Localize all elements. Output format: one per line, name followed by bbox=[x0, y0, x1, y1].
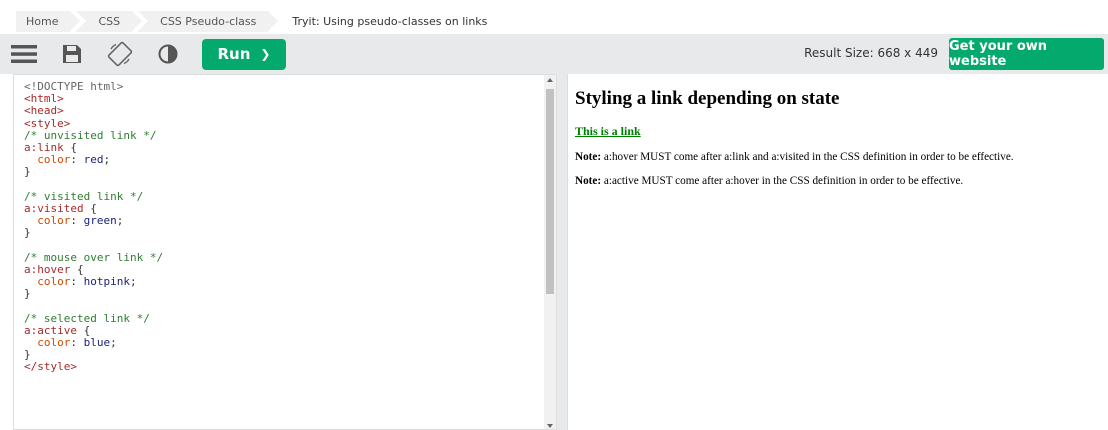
editor-scrollbar[interactable] bbox=[544, 75, 556, 429]
rotate-layout-icon[interactable] bbox=[96, 34, 144, 74]
get-your-own-website-button[interactable]: Get your own website bbox=[949, 38, 1104, 70]
run-label: Run bbox=[217, 45, 251, 63]
note-2-label: Note: bbox=[575, 175, 602, 187]
result-pane: Styling a link depending on state This i… bbox=[567, 74, 1108, 430]
note-1: Note: a:hover MUST come after a:link and… bbox=[575, 151, 1108, 163]
note-2-text: a:active MUST come after a:hover in the … bbox=[601, 175, 964, 187]
scroll-thumb[interactable] bbox=[546, 89, 554, 294]
breadcrumb-css-pseudo-class[interactable]: CSS Pseudo-class bbox=[138, 10, 279, 32]
note-1-label: Note: bbox=[575, 151, 602, 163]
pane-splitter[interactable] bbox=[557, 74, 567, 430]
code-line[interactable]: } bbox=[24, 227, 163, 239]
note-2: Note: a:active MUST come after a:hover i… bbox=[575, 175, 1108, 187]
run-button[interactable]: Run ❯ bbox=[202, 38, 286, 70]
breadcrumb: Home CSS CSS Pseudo-class Tryit: Using p… bbox=[0, 0, 1108, 34]
result-link[interactable]: This is a link bbox=[575, 124, 641, 139]
note-1-text: a:hover MUST come after a:link and a:vis… bbox=[601, 151, 1014, 163]
scroll-up-icon[interactable] bbox=[547, 78, 553, 82]
code-line[interactable]: color: hotpink; bbox=[24, 275, 163, 288]
code-line[interactable]: } bbox=[24, 287, 163, 300]
menu-icon[interactable] bbox=[0, 34, 48, 74]
code-editor[interactable]: <!DOCTYPE html> <html> <head> <style>/* unv… bbox=[13, 74, 557, 430]
code-line[interactable]: color: blue; bbox=[24, 336, 163, 349]
result-size: Result Size: 668 x 449 bbox=[804, 46, 938, 60]
toolbar: Run ❯ Result Size: 668 x 449 Get your ow… bbox=[0, 34, 1108, 74]
code-line[interactable]: color: green; bbox=[24, 214, 163, 227]
save-icon[interactable] bbox=[48, 34, 96, 74]
breadcrumb-home[interactable]: Home bbox=[16, 10, 82, 32]
code-line[interactable]: </style> bbox=[24, 361, 163, 373]
breadcrumb-current: Tryit: Using pseudo-classes on links bbox=[274, 10, 499, 32]
theme-contrast-icon[interactable] bbox=[144, 34, 192, 74]
code-line[interactable]: } bbox=[24, 166, 163, 178]
scroll-down-icon[interactable] bbox=[547, 424, 553, 428]
code-line[interactable]: color: red; bbox=[24, 153, 163, 166]
breadcrumb-css[interactable]: CSS bbox=[76, 10, 142, 32]
chevron-right-icon: ❯ bbox=[260, 47, 271, 61]
code-content[interactable]: <!DOCTYPE html> <html> <head> <style>/* unv… bbox=[24, 80, 163, 374]
result-heading: Styling a link depending on state bbox=[575, 88, 840, 109]
